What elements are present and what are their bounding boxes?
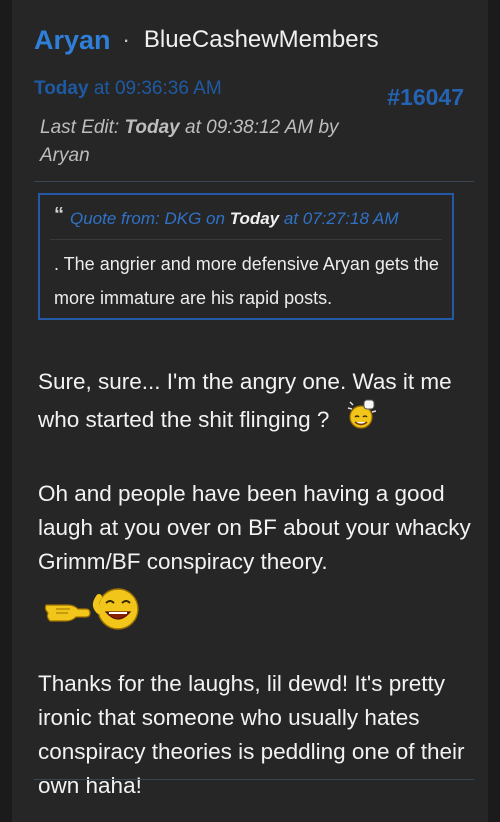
- quote-body: . The angrier and more defensive Aryan g…: [54, 254, 439, 308]
- paragraph-2-text: Oh and people have been having a good la…: [38, 481, 471, 574]
- content-paragraph: Thanks for the laughs, lil dewd! It's pr…: [38, 667, 478, 803]
- pointing-laughing-smiley-icon: [42, 585, 478, 633]
- post-date-time: at 09:36:36 AM: [93, 78, 222, 99]
- quote-time: at 07:27:18 AM: [283, 209, 399, 228]
- waving-fist-smiley-icon: [344, 397, 378, 441]
- header-separator: ·: [122, 27, 130, 52]
- quote-from: Quote from: DKG on: [70, 209, 225, 228]
- post-date[interactable]: Today at 09:36:36 AM: [34, 78, 222, 100]
- quote-mark-icon: “: [54, 204, 64, 226]
- last-edit-label: Last Edit:: [40, 117, 120, 138]
- member-group: BlueCashewMembers: [143, 26, 379, 53]
- quote-header[interactable]: “ Quote from: DKG on Today at 07:27:18 AM: [54, 204, 399, 230]
- footer-divider: [34, 779, 474, 780]
- content-paragraph: Sure, sure... I'm the angry one. Was it …: [38, 365, 478, 443]
- last-edit-editor: Aryan: [40, 145, 90, 166]
- post-number-link[interactable]: #16047: [387, 84, 464, 111]
- header-divider: [34, 181, 474, 182]
- author-link[interactable]: Aryan: [34, 25, 111, 56]
- quote-day: Today: [229, 209, 280, 228]
- quote-divider: [50, 239, 442, 240]
- last-edit-time: at 09:38:12 AM by: [185, 117, 339, 138]
- post-date-day: Today: [34, 78, 89, 99]
- quote-block: “ Quote from: DKG on Today at 07:27:18 AM…: [38, 193, 454, 320]
- post-header: Aryan · BlueCashewMembers: [34, 22, 379, 58]
- content-paragraph: Oh and people have been having a good la…: [38, 477, 478, 633]
- last-edit-day: Today: [124, 117, 180, 138]
- paragraph-1-text: Sure, sure... I'm the angry one. Was it …: [38, 369, 452, 432]
- post-content: Sure, sure... I'm the angry one. Was it …: [38, 365, 478, 822]
- forum-post: Aryan · BlueCashewMembers Today at 09:36…: [12, 0, 488, 822]
- last-edit-info: Last Edit: Today at 09:38:12 AM by Aryan: [40, 114, 350, 170]
